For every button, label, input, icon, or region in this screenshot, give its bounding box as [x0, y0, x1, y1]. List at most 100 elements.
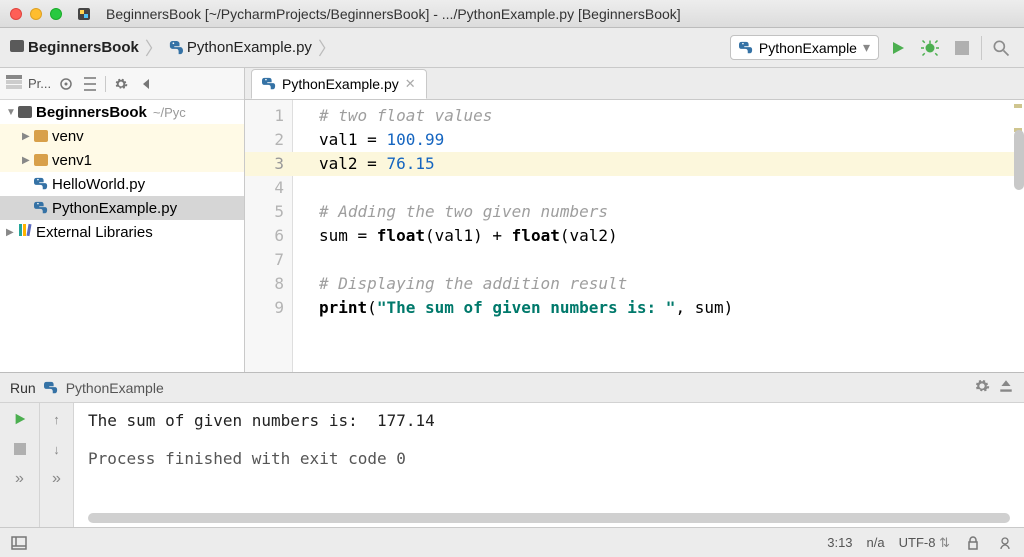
more-icon[interactable]: »: [10, 469, 30, 489]
python-file-icon: [34, 201, 48, 215]
disclosure-right-icon[interactable]: ▶: [22, 155, 34, 166]
project-folder-icon: [18, 106, 32, 118]
folder-icon: [34, 154, 48, 166]
title-bar: BeginnersBook [~/PycharmProjects/Beginne…: [0, 0, 1024, 28]
python-file-icon: [169, 41, 183, 55]
window-title: BeginnersBook [~/PycharmProjects/Beginne…: [106, 6, 681, 22]
external-libraries-label: External Libraries: [36, 224, 153, 241]
window-zoom-button[interactable]: [50, 8, 62, 20]
window-minimize-button[interactable]: [30, 8, 42, 20]
close-icon[interactable]: ✕: [405, 76, 416, 92]
inspector-icon[interactable]: [996, 534, 1014, 552]
output-line: The sum of given numbers is: 177.14: [88, 411, 1010, 430]
line-gutter[interactable]: 123456789: [245, 100, 293, 372]
app-icon: [76, 6, 92, 22]
tree-item-label: PythonExample.py: [52, 200, 177, 217]
python-file-icon: [34, 177, 48, 191]
breadcrumb: BeginnersBook 〉 PythonExample.py 〉: [10, 35, 338, 61]
python-icon: [739, 41, 753, 55]
run-tool-label[interactable]: Run: [10, 380, 36, 396]
chevron-right-icon: 〉: [316, 35, 338, 61]
up-icon[interactable]: ↑: [47, 409, 67, 429]
tree-root-path: ~/Pyc: [153, 105, 186, 120]
code-content[interactable]: # two float valuesval1 = 100.99val2 = 76…: [293, 100, 1024, 372]
console-output[interactable]: The sum of given numbers is: 177.14 Proc…: [74, 403, 1024, 527]
code-line[interactable]: sum = float(val1) + float(val2): [319, 224, 1024, 248]
libraries-icon: [18, 223, 32, 241]
project-tree[interactable]: ▼ BeginnersBook ~/Pyc ▶ venv ▶ venv1 HelloWo…: [0, 100, 244, 372]
tree-item[interactable]: HelloWorld.py: [0, 172, 244, 196]
exit-line: Process finished with exit code 0: [88, 449, 1010, 468]
run-config-label[interactable]: PythonExample: [66, 380, 164, 396]
tree-external-libraries[interactable]: ▶ External Libraries: [0, 220, 244, 244]
vertical-scrollbar[interactable]: [1014, 130, 1024, 190]
collapse-all-icon[interactable]: [81, 75, 99, 93]
code-editor[interactable]: 123456789 # two float valuesval1 = 100.9…: [245, 100, 1024, 372]
search-button[interactable]: [988, 35, 1014, 61]
tree-root[interactable]: ▼ BeginnersBook ~/Pyc: [0, 100, 244, 124]
tool-windows-icon[interactable]: [10, 534, 28, 552]
run-controls-col1: »: [0, 403, 40, 527]
down-icon[interactable]: ↓: [47, 439, 67, 459]
disclosure-down-icon[interactable]: ▼: [6, 107, 18, 118]
code-line[interactable]: # two float values: [319, 104, 1024, 128]
scroll-from-source-icon[interactable]: [57, 75, 75, 93]
run-body: » ↑ ↓ » The sum of given numbers is: 177…: [0, 403, 1024, 527]
code-line[interactable]: print("The sum of given numbers is: ", s…: [319, 296, 1024, 320]
tree-root-label: BeginnersBook: [36, 104, 147, 121]
toolbar: BeginnersBook 〉 PythonExample.py 〉 Pytho…: [0, 28, 1024, 68]
status-bar: 3:13 n/a UTF-8 ⇅: [0, 527, 1024, 557]
editor-area: PythonExample.py ✕ 123456789 # two float…: [245, 68, 1024, 372]
project-view-icon[interactable]: [6, 75, 22, 92]
updown-icon: ⇅: [939, 535, 950, 550]
editor-tab[interactable]: PythonExample.py ✕: [251, 69, 427, 99]
run-config-selector[interactable]: PythonExample ▾: [730, 35, 879, 60]
stop-button[interactable]: [949, 35, 975, 61]
run-controls-col2: ↑ ↓ »: [40, 403, 74, 527]
gear-icon[interactable]: [974, 378, 990, 397]
disclosure-right-icon[interactable]: ▶: [6, 227, 18, 238]
code-line[interactable]: # Adding the two given numbers: [319, 200, 1024, 224]
tree-item-label: venv1: [52, 152, 92, 169]
run-button[interactable]: [885, 35, 911, 61]
inspection-status[interactable]: n/a: [867, 535, 885, 550]
folder-icon: [34, 130, 48, 142]
python-icon: [44, 381, 58, 395]
cursor-position[interactable]: 3:13: [827, 535, 852, 550]
code-line[interactable]: val2 = 76.15: [293, 152, 1024, 176]
code-line[interactable]: [319, 176, 1024, 200]
separator: [981, 36, 982, 60]
python-file-icon: [262, 77, 276, 91]
more-icon[interactable]: »: [47, 469, 67, 489]
debug-button[interactable]: [917, 35, 943, 61]
hide-icon[interactable]: [136, 75, 154, 93]
editor-tab-label: PythonExample.py: [282, 76, 399, 92]
gear-icon[interactable]: [112, 75, 130, 93]
tree-item-label: venv: [52, 128, 84, 145]
breadcrumb-project[interactable]: BeginnersBook: [28, 39, 139, 56]
project-sidebar: Pr... ▼ BeginnersBook ~/Pyc ▶venv▶venv: [0, 68, 245, 372]
breadcrumb-file[interactable]: PythonExample.py: [187, 39, 312, 56]
window-close-button[interactable]: [10, 8, 22, 20]
hide-icon[interactable]: [998, 378, 1014, 397]
disclosure-right-icon[interactable]: ▶: [22, 131, 34, 142]
lock-icon[interactable]: [964, 534, 982, 552]
tree-item-label: HelloWorld.py: [52, 176, 145, 193]
rerun-button[interactable]: [10, 409, 30, 429]
run-config-name: PythonExample: [759, 40, 857, 56]
tree-item[interactable]: PythonExample.py: [0, 196, 244, 220]
stop-button[interactable]: [10, 439, 30, 459]
encoding[interactable]: UTF-8 ⇅: [899, 535, 950, 551]
folder-icon: [10, 39, 24, 56]
project-tool-label[interactable]: Pr...: [28, 76, 51, 91]
separator: [105, 76, 106, 92]
code-line[interactable]: val1 = 100.99: [319, 128, 1024, 152]
run-tool-window: Run PythonExample » ↑ ↓ » The sum of giv…: [0, 372, 1024, 527]
tree-item[interactable]: ▶ venv: [0, 124, 244, 148]
code-line[interactable]: # Displaying the addition result: [319, 272, 1024, 296]
project-tool-header: Pr...: [0, 68, 244, 100]
horizontal-scrollbar[interactable]: [88, 513, 1010, 523]
chevron-down-icon: ▾: [863, 39, 870, 56]
code-line[interactable]: [319, 248, 1024, 272]
tree-item[interactable]: ▶ venv1: [0, 148, 244, 172]
